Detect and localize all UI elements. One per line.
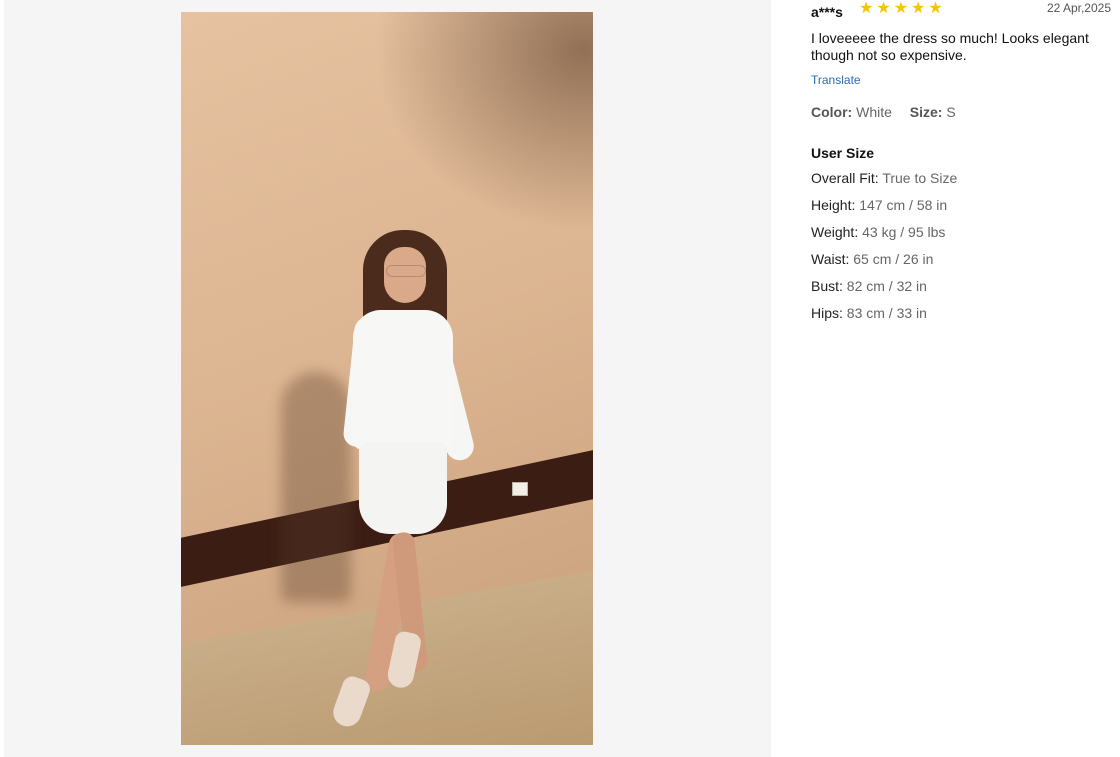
- user-size-row: Waist: 65 cm / 26 in: [811, 251, 1111, 268]
- user-size-value: 83 cm / 33 in: [846, 305, 927, 321]
- star-icon: ★: [876, 0, 891, 17]
- person-glasses: [386, 265, 426, 277]
- review-header: a***s ★ ★ ★ ★ ★ 22 Apr,2025: [811, 0, 1111, 24]
- user-size-value: 43 kg / 95 lbs: [862, 224, 946, 240]
- person-dress-top: [353, 310, 453, 450]
- color-label: Color:: [811, 104, 853, 120]
- star-rating: ★ ★ ★ ★ ★: [859, 1, 943, 17]
- user-size-label: Hips:: [811, 305, 843, 321]
- size-value: S: [946, 104, 956, 120]
- color-value: White: [856, 104, 892, 120]
- user-size-value: 82 cm / 32 in: [846, 278, 927, 294]
- translate-link[interactable]: Translate: [811, 73, 861, 87]
- review-date: 22 Apr,2025: [1046, 1, 1111, 15]
- user-size-list: Overall Fit: True to Size Height: 147 cm…: [811, 170, 1111, 322]
- photo-person: [181, 12, 593, 745]
- person-left-shoe: [329, 673, 373, 731]
- user-size-row: Height: 147 cm / 58 in: [811, 197, 1111, 214]
- user-size-label: Waist:: [811, 251, 850, 267]
- purchase-attributes: Color: White Size: S: [811, 104, 1111, 120]
- star-icon: ★: [859, 0, 874, 17]
- user-size-title: User Size: [811, 145, 875, 161]
- user-size-value: True to Size: [882, 170, 958, 186]
- user-size-value: 147 cm / 58 in: [859, 197, 948, 213]
- user-size-row: Overall Fit: True to Size: [811, 170, 1111, 187]
- star-icon: ★: [911, 0, 926, 17]
- user-size-row: Hips: 83 cm / 33 in: [811, 305, 1111, 322]
- user-size-label: Height:: [811, 197, 856, 213]
- user-size-row: Bust: 82 cm / 32 in: [811, 278, 1111, 295]
- review-photo[interactable]: [181, 12, 593, 745]
- star-icon: ★: [928, 0, 943, 17]
- size-label: Size:: [909, 104, 943, 120]
- review-photo-gallery: [4, 0, 771, 757]
- user-size-label: Weight:: [811, 224, 859, 240]
- user-size-label: Bust:: [811, 278, 843, 294]
- review-panel: a***s ★ ★ ★ ★ ★ 22 Apr,2025 I loveeeee the d…: [811, 0, 1111, 332]
- star-icon: ★: [893, 0, 909, 17]
- review-text: I loveeeee the dress so much! Looks eleg…: [811, 30, 1089, 63]
- user-size-value: 65 cm / 26 in: [853, 251, 934, 267]
- person-dress-skirt: [359, 442, 447, 534]
- user-size-label: Overall Fit:: [811, 170, 879, 186]
- user-size-row: Weight: 43 kg / 95 lbs: [811, 224, 1111, 241]
- reviewer-name: a***s: [811, 4, 843, 20]
